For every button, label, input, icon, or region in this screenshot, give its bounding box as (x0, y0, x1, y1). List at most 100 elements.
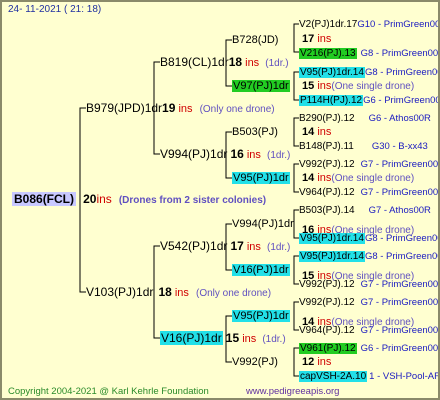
gen4-line: G30 - B-xx43 (371, 141, 428, 152)
gen4-row[interactable]: P114H(PJ).12G6 - PrimGreen00 (299, 94, 440, 107)
gen4-row[interactable]: V992(PJ).12 G7 - PrimGreen00 (299, 278, 438, 291)
date-stamp: 24- 11-2021 ( 21: 18) (8, 4, 102, 15)
gen2-ins-count: 16 (230, 147, 244, 161)
gen4-name: V992(PJ).12 (299, 159, 355, 170)
gen2-node[interactable]: B819(CL)1dr18 ins (1dr.) (160, 56, 289, 70)
gen4-row[interactable]: V961(PJ).12 G6 - PrimGreen00 (299, 342, 438, 355)
gen2-comment: (1dr.) (266, 150, 291, 161)
gen1-comment: (Only one drone) (195, 288, 272, 299)
gen3-name: V992(PJ) (232, 356, 278, 368)
gen4-name: V95(PJ)1dr.14 (299, 233, 365, 244)
gen4-name: V2(PJ)1dr.17 (299, 19, 358, 30)
footer-site-link[interactable]: www.pedigreeapis.org (246, 385, 339, 398)
gen4-line: G6 - PrimGreen00 (363, 95, 440, 106)
root-name: B086(FCL) (12, 192, 77, 206)
gen3-ins-label: ins (317, 80, 332, 92)
gen4-name: B148(PJ).11 (299, 141, 354, 152)
gen3-node[interactable]: V95(PJ)1dr (232, 172, 290, 185)
gen4-row[interactable]: capVSH-2A.10 1 - VSH-Pool-AR (299, 370, 438, 383)
gen4-name: V216(PJ).13 (299, 48, 357, 59)
root-ins-label: ins (96, 192, 112, 206)
gen3-name: B728(JD) (232, 34, 279, 46)
gen3-name: V95(PJ)1dr (232, 310, 290, 322)
gen4-name: V992(PJ).12 (299, 279, 355, 290)
gen2-ins-count: 17 (230, 239, 244, 253)
gen3-name: V16(PJ)1dr (232, 264, 290, 276)
gen1-ins-label: ins (174, 287, 189, 299)
gen4-name: V961(PJ).12 (299, 343, 357, 354)
gen3-ins: 14 ins(One single drone) (302, 172, 414, 185)
gen1-name: V103(PJ)1dr (86, 285, 154, 299)
gen4-row[interactable]: B290(PJ).12 G6 - Athos00R (299, 112, 431, 125)
gen2-node[interactable]: V542(PJ)1dr 17 ins (1dr.) (160, 240, 290, 254)
gen4-row[interactable]: V95(PJ)1dr.14G8 - PrimGreen00 (299, 250, 440, 263)
gen1-ins-count: 19 (162, 101, 176, 115)
gen3-name: V97(PJ)1dr (232, 80, 290, 92)
root-comment: (Drones from 2 sister colonies) (118, 195, 267, 206)
gen4-row[interactable]: B503(PJ).14 G7 - Athos00R (299, 204, 431, 217)
gen2-name: V16(PJ)1dr (160, 331, 223, 345)
gen2-ins-count: 18 (228, 55, 243, 69)
gen3-ins-count: 12 (302, 356, 315, 368)
gen4-row[interactable]: V992(PJ).12 G7 - PrimGreen00 (299, 158, 438, 171)
gen2-comment: (1dr.) (265, 58, 289, 69)
gen3-node[interactable]: V95(PJ)1dr (232, 310, 290, 323)
gen3-name: B503(PJ) (232, 126, 278, 138)
gen4-line: G7 - Athos00R (368, 205, 431, 216)
gen3-node[interactable]: B503(PJ) (232, 126, 278, 139)
gen2-comment: (1dr.) (262, 334, 286, 345)
root-ins-count: 20 (83, 192, 97, 206)
gen1-node[interactable]: B979(JPD)1dr19 ins (Only one drone) (86, 102, 275, 116)
gen4-row[interactable]: V964(PJ).12 G7 - PrimGreen00 (299, 324, 438, 337)
gen4-row[interactable]: V964(PJ).12 G7 - PrimGreen00 (299, 186, 438, 199)
gen3-ins-label: ins (317, 33, 332, 45)
gen4-name: P114H(PJ).12 (299, 95, 364, 106)
gen1-comment: (Only one drone) (199, 104, 275, 115)
gen4-row[interactable]: V216(PJ).13 G8 - PrimGreen00 (299, 47, 438, 60)
gen4-name: capVSH-2A.10 (299, 371, 368, 382)
gen4-row[interactable]: B148(PJ).11 G30 - B-xx43 (299, 140, 428, 153)
gen4-line: G8 - PrimGreen00 (360, 48, 439, 59)
gen4-line: G7 - PrimGreen00 (360, 187, 439, 198)
gen1-node[interactable]: V103(PJ)1dr 18 ins (Only one drone) (86, 286, 271, 300)
gen4-name: V95(PJ)1dr.14 (299, 67, 365, 78)
gen3-name: V95(PJ)1dr (232, 172, 290, 184)
gen4-row[interactable]: V95(PJ)1dr.14G8 - PrimGreen00 (299, 232, 438, 245)
gen3-comment: (One single drone) (331, 81, 415, 92)
gen3-ins-label: ins (317, 356, 332, 368)
gen3-ins: 14 ins (302, 126, 331, 139)
gen3-ins: 17 ins (302, 33, 331, 46)
gen2-comment: (1dr.) (266, 242, 291, 253)
footer-copyright: Copyright 2004-2021 @ Karl Kehrle Founda… (8, 386, 209, 397)
gen3-name: V994(PJ)1dr (232, 218, 294, 230)
gen2-node[interactable]: V16(PJ)1dr 15 ins (1dr.) (160, 331, 286, 346)
gen3-ins-count: 15 (302, 80, 315, 92)
gen4-name: B290(PJ).12 (299, 113, 355, 124)
gen4-name: B503(PJ).14 (299, 205, 355, 216)
gen4-line: G10 - PrimGreen00 (357, 19, 440, 30)
gen3-node[interactable]: V994(PJ)1dr (232, 218, 294, 231)
gen4-row[interactable]: V95(PJ)1dr.14G8 - PrimGreen00 (299, 66, 438, 79)
gen3-ins-count: 17 (302, 33, 315, 45)
gen2-name: B819(CL)1dr (160, 55, 229, 69)
gen3-ins-count: 14 (302, 126, 315, 138)
gen2-name: V994(PJ)1dr (160, 147, 228, 161)
gen4-line: G8 - PrimGreen00 (364, 251, 440, 262)
gen2-node[interactable]: V994(PJ)1dr 16 ins (1dr.) (160, 148, 290, 162)
gen2-name: V542(PJ)1dr (160, 239, 228, 253)
gen4-name: V964(PJ).12 (299, 187, 355, 198)
gen4-line: G6 - PrimGreen00 (360, 343, 439, 354)
gen1-name: B979(JPD)1dr (86, 101, 163, 115)
gen3-node[interactable]: V992(PJ) (232, 356, 278, 369)
gen3-ins-count: 14 (302, 172, 315, 184)
gen3-node[interactable]: V97(PJ)1dr (232, 80, 290, 93)
root-node[interactable]: B086(FCL) 20ins (Drones from 2 sister co… (12, 192, 267, 207)
gen1-ins-count: 18 (158, 285, 172, 299)
gen4-row[interactable]: V2(PJ)1dr.17G10 - PrimGreen00 (299, 18, 440, 31)
gen3-node[interactable]: B728(JD) (232, 34, 278, 47)
pedigree-canvas: 24- 11-2021 ( 21: 18) B086(FCL) 20ins (D… (0, 0, 440, 400)
gen3-node[interactable]: V16(PJ)1dr (232, 264, 290, 277)
gen4-row[interactable]: V992(PJ).12 G7 - PrimGreen00 (299, 296, 438, 309)
gen2-ins-label: ins (245, 57, 260, 69)
gen3-comment: (One single drone) (331, 173, 415, 184)
